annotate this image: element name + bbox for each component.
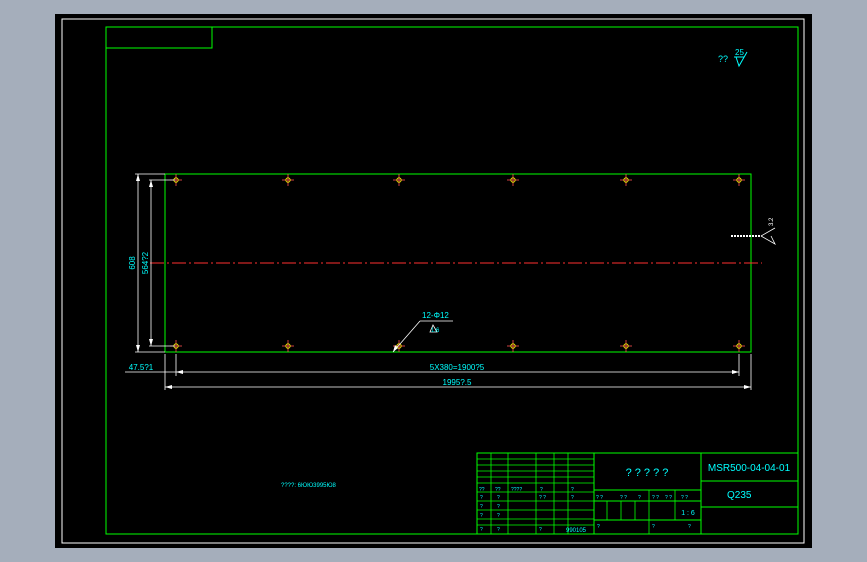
drawing-number: MSR500-04-04-01 xyxy=(708,463,791,474)
drawing-title: ? ? ? ? ? xyxy=(626,467,669,479)
header-cell-1: ?? xyxy=(479,487,485,493)
scale-header-5: ? ? xyxy=(665,495,672,501)
drawing-viewport[interactable]: ?? 25 608 564?2 47.5?1 5X380=1900?5 1995… xyxy=(55,14,812,548)
sign-mark-3: ? xyxy=(688,524,691,530)
scale: 1 : 6 xyxy=(681,510,695,517)
side-roughness-symbol: 3.2 xyxy=(731,217,776,246)
row-mark-2: ? xyxy=(497,504,500,510)
cad-drawing[interactable]: ?? 25 608 564?2 47.5?1 5X380=1900?5 1995… xyxy=(55,14,812,548)
header-cell-4: ? xyxy=(540,487,543,493)
left-offset-label: 47.5?1 xyxy=(129,363,154,372)
material: Q235 xyxy=(727,490,752,501)
hole-marker xyxy=(620,340,632,352)
bottom-mark-3: ? xyxy=(539,527,542,533)
technical-note: ????: 6ЮЮ3995Ю8 xyxy=(281,483,337,489)
scale-header-1: ? ? xyxy=(596,495,603,501)
roughness-prefix: ?? xyxy=(718,54,728,64)
mark-1: ? xyxy=(480,495,483,501)
overall-length-label: 1995?.5 xyxy=(443,378,472,387)
roughness-value: 25 xyxy=(735,48,744,57)
scale-header-2: ? ? xyxy=(620,495,627,501)
mark-4: ? xyxy=(571,495,574,501)
mark-2: ? xyxy=(497,495,500,501)
sign-mark-1: ? xyxy=(597,524,600,530)
date: 990105 xyxy=(566,528,587,534)
horizontal-dimensions: 47.5?1 5X380=1900?5 1995?.5 xyxy=(125,354,752,390)
hole-pitch-label: 5X380=1900?5 xyxy=(430,363,485,372)
sheet-border xyxy=(61,18,805,544)
side-roughness-value: 3.2 xyxy=(769,217,775,226)
title-block: ? ? ? ? ? MSR500-04-04-01 Q235 1 : 6 990… xyxy=(476,452,799,535)
row-mark-3: ? xyxy=(480,513,483,519)
scale-header-6: ? ? xyxy=(681,495,688,501)
hole-span-label: 564?2 xyxy=(141,251,150,274)
scale-header-4: ? ? xyxy=(652,495,659,501)
hole-marker xyxy=(507,174,519,186)
overall-height-label: 608 xyxy=(128,256,137,270)
bottom-mark-1: ? xyxy=(480,527,483,533)
hole-marker xyxy=(393,174,405,186)
hole-marker xyxy=(282,174,294,186)
roughness-symbol: ?? 25 xyxy=(718,48,748,68)
reverse-title-box xyxy=(105,26,213,49)
drawing-frame xyxy=(105,26,799,535)
header-cell-5: ? xyxy=(571,487,574,493)
row-mark-4: ? xyxy=(497,513,500,519)
hole-marker xyxy=(507,340,519,352)
row-mark-1: ? xyxy=(480,504,483,510)
scale-header-3: ? xyxy=(638,495,641,501)
header-cell-2: ?? xyxy=(495,487,501,493)
hole-marker xyxy=(282,340,294,352)
mark-3: ? ? xyxy=(539,495,546,501)
bottom-mark-2: ? xyxy=(497,527,500,533)
hole-callout-label: 12-Φ12 xyxy=(422,311,449,320)
header-cell-3: ???? xyxy=(511,487,522,493)
hole-marker xyxy=(733,174,745,186)
hole-marker xyxy=(733,340,745,352)
hole-callout-sub: 1.6 xyxy=(431,328,440,334)
sign-mark-2: ? xyxy=(652,524,655,530)
hole-marker xyxy=(620,174,632,186)
